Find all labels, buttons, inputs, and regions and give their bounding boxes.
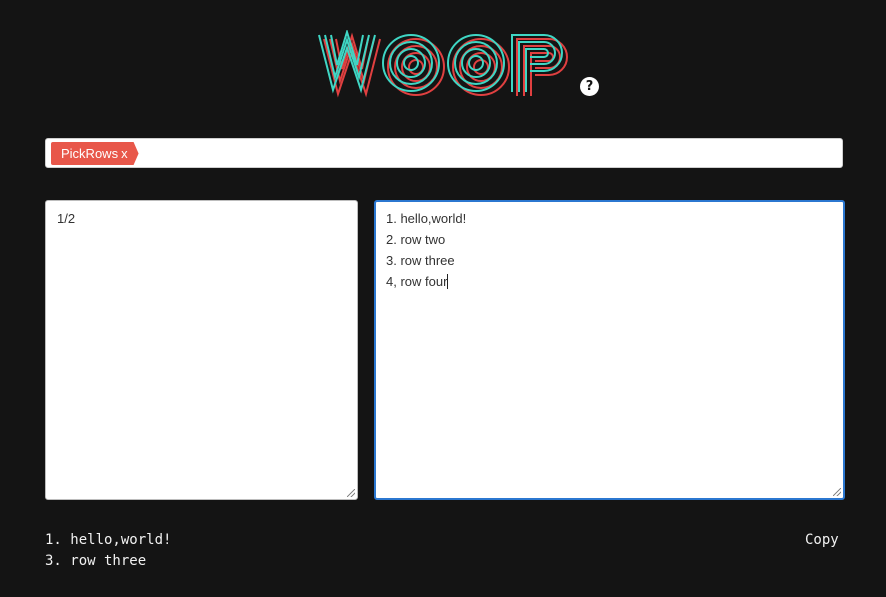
input-textarea[interactable]: 1. hello,world! 2. row two 3. row three 4, … — [374, 200, 845, 500]
help-icon[interactable]: ? — [580, 77, 599, 96]
args-textarea[interactable]: 1/2 — [45, 200, 358, 500]
input-line: 3. row three — [386, 253, 455, 268]
resize-handle-icon[interactable] — [833, 488, 841, 496]
resize-handle-icon[interactable] — [347, 489, 355, 497]
output-panel: 1. hello,world! 3. row three — [45, 530, 171, 572]
output-line: 3. row three — [45, 553, 147, 569]
pipeline-input[interactable]: PickRows x — [45, 138, 843, 168]
args-value: 1/2 — [57, 211, 76, 226]
copy-button[interactable]: Copy — [797, 530, 847, 551]
pipeline-tag-label: PickRows — [61, 146, 119, 161]
woop-logo — [316, 30, 586, 98]
input-line: 4, row four — [386, 271, 833, 292]
text-cursor — [447, 274, 449, 289]
app: ? PickRows x 1/2 1. hello,world! 2. row tw… — [0, 0, 886, 597]
pipeline-tag[interactable]: PickRows x — [51, 142, 139, 165]
input-line: 1. hello,world! — [386, 211, 467, 226]
woop-logo-icon — [318, 31, 568, 97]
input-line: 2. row two — [386, 232, 446, 247]
output-line: 1. hello,world! — [45, 532, 172, 548]
tag-remove-button[interactable]: x — [121, 146, 128, 161]
input-line-text: 4, row four — [386, 274, 448, 289]
